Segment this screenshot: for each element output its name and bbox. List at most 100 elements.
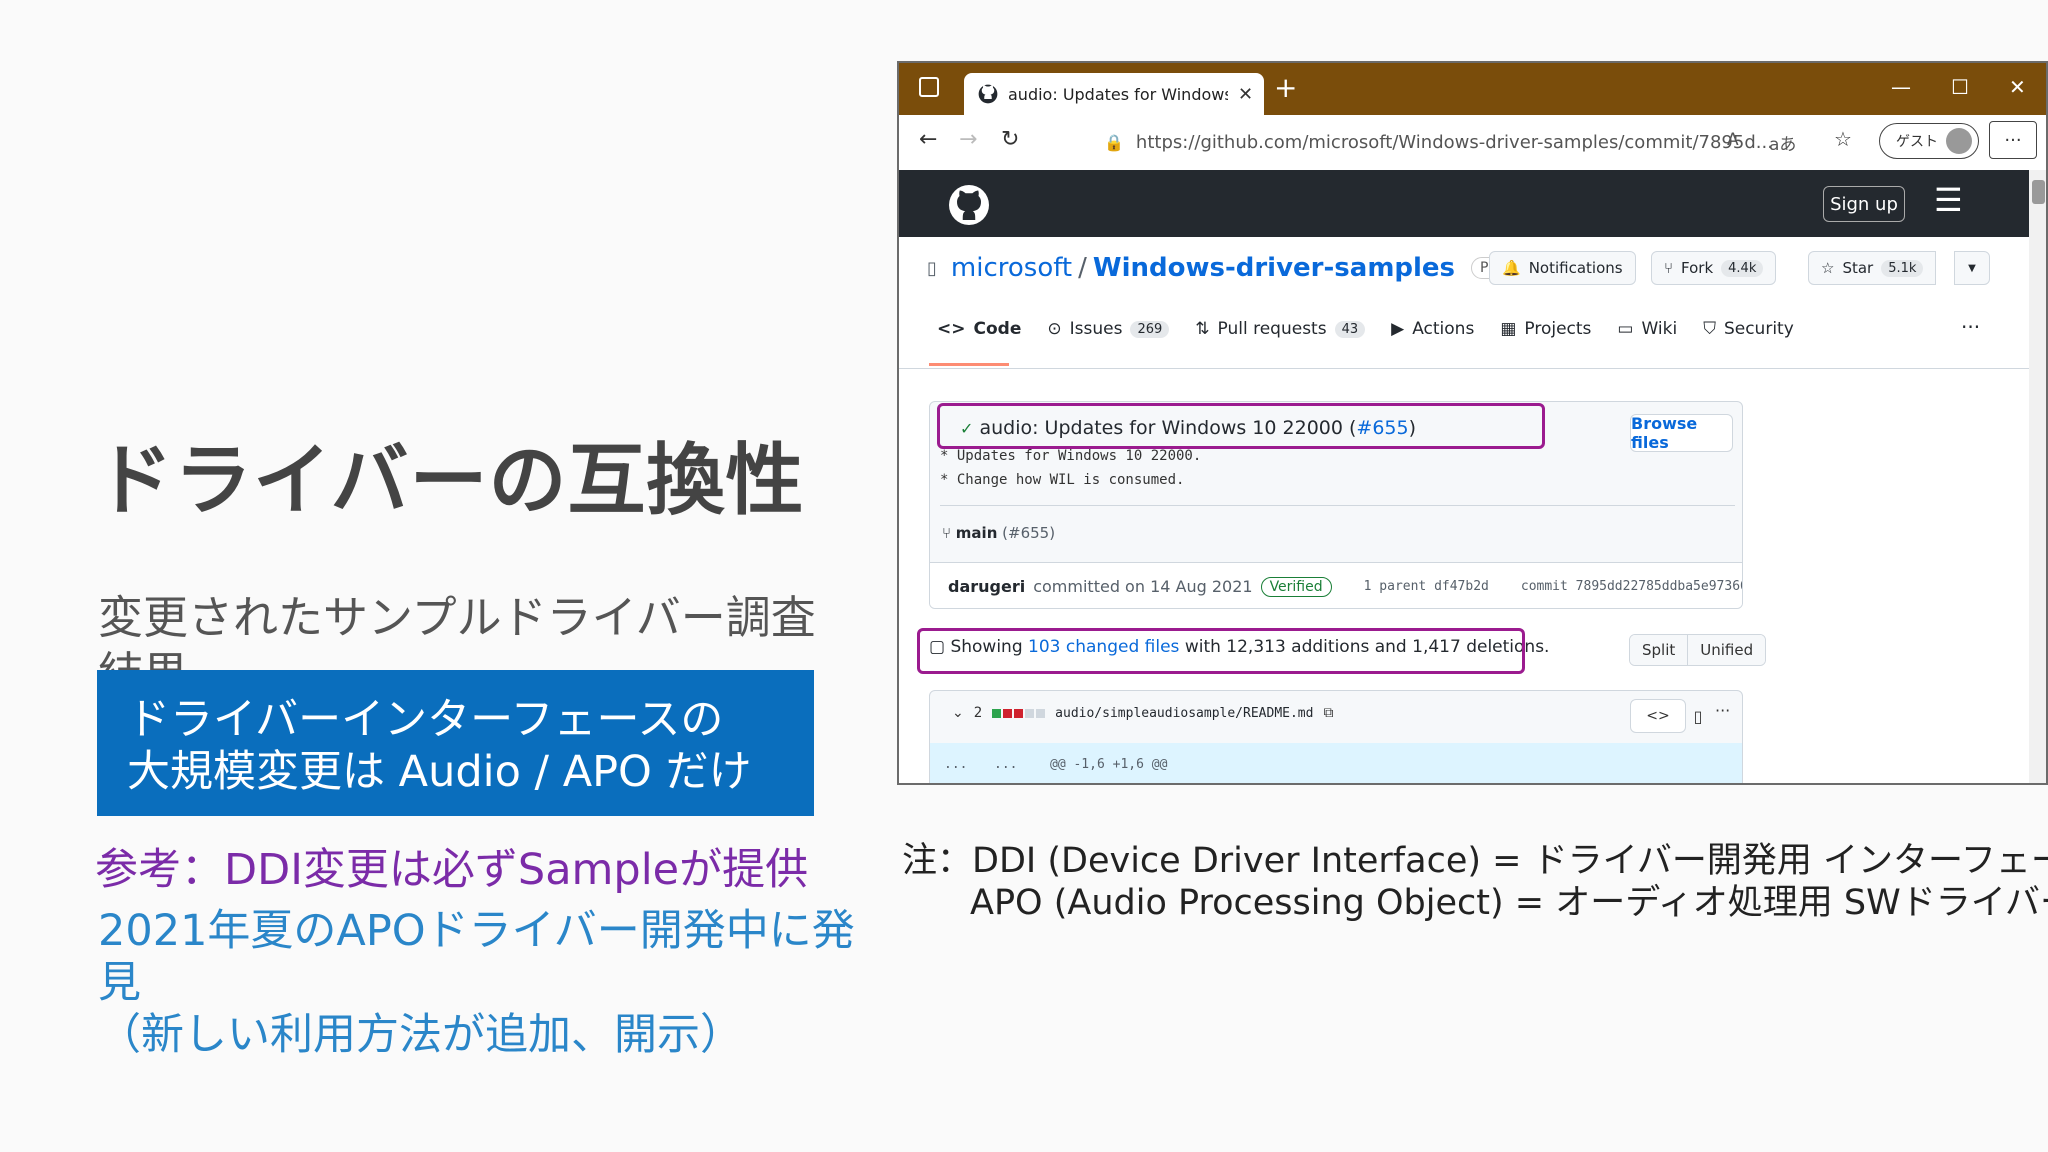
tab-wiki[interactable]: ▭ Wiki (1617, 319, 1677, 339)
footnote-line-2: APO (Audio Processing Object) = オーディオ処理用… (970, 883, 2048, 923)
issues-count: 269 (1130, 320, 1170, 338)
projects-icon: ▦ (1500, 319, 1517, 339)
repo-nav: <> Code ⊙ Issues 269 ⇅ Pull requests 43 ▶ Acti… (937, 319, 1820, 339)
file-header: ⌄ 2 audio/simpleaudiosample/README.md ⧉ (952, 705, 1333, 721)
star-button[interactable]: ☆ Star 5.1k (1808, 251, 1937, 285)
author-link[interactable]: darugeri (948, 577, 1025, 596)
commit-description-line: * Updates for Windows 10 22000. (940, 448, 1202, 464)
verified-badge[interactable]: Verified (1260, 576, 1332, 597)
diffstat-bar (992, 708, 1046, 718)
sign-up-button[interactable]: Sign up (1823, 186, 1905, 222)
tab-projects[interactable]: ▦ Projects (1500, 319, 1591, 339)
hunk-dots-left[interactable]: ... (944, 757, 967, 772)
url-text: https://github.com/microsoft/Windows-dri… (1135, 131, 1773, 153)
repo-owner-link[interactable]: microsoft (951, 253, 1072, 283)
wiki-icon: ▭ (1617, 319, 1634, 339)
tab-pulls-label: Pull requests (1217, 319, 1327, 339)
display-source-icon[interactable]: <> (1630, 699, 1686, 733)
maximize-button[interactable]: ☐ (1951, 75, 1969, 99)
commit-description-line: * Change how WIL is consumed. (940, 472, 1185, 488)
settings-menu-icon[interactable]: ··· (1989, 121, 2037, 159)
close-window-button[interactable]: ✕ (2009, 75, 2026, 99)
avatar-icon (1946, 128, 1972, 154)
repo-name-link[interactable]: Windows-driver-samples (1093, 253, 1455, 283)
file-options-icon[interactable]: ··· (1715, 701, 1730, 720)
tab-issues-label: Issues (1069, 319, 1123, 339)
tab-security-label: Security (1723, 319, 1794, 339)
repo-icon: ▯ (927, 257, 937, 279)
tab-code[interactable]: <> Code (937, 319, 1021, 339)
nav-divider (899, 368, 2046, 369)
fork-count: 4.4k (1721, 259, 1764, 277)
translate-icon[interactable]: aあ (1769, 130, 1796, 155)
profile-label: ゲスト (1896, 134, 1938, 150)
file-diff-card: ⌄ 2 audio/simpleaudiosample/README.md ⧉ … (929, 690, 1743, 783)
star-icon: ☆ (1821, 259, 1835, 277)
display-rich-diff-icon[interactable]: ▯ (1680, 699, 1716, 733)
github-favicon-icon (978, 84, 998, 104)
minimize-button[interactable]: — (1891, 75, 1911, 99)
file-path[interactable]: audio/simpleaudiosample/README.md (1055, 706, 1313, 721)
commit-date: committed on 14 Aug 2021 (1033, 577, 1253, 596)
browser-tabbar: audio: Updates for Windows 10 2 ✕ + — ☐ … (899, 63, 2046, 115)
discovery-line-1: 2021年夏のAPOドライバー開発中に発見 (98, 906, 855, 1008)
copy-icon[interactable]: ⧉ (1323, 705, 1333, 721)
notifications-label: Notifications (1528, 259, 1623, 277)
new-tab-button[interactable]: + (1274, 71, 1297, 104)
notifications-button[interactable]: 🔔 Notifications (1489, 251, 1636, 285)
back-icon[interactable]: ← (919, 127, 937, 152)
tab-code-label: Code (973, 319, 1022, 339)
nav-more-icon[interactable]: ··· (1961, 315, 1980, 339)
tab-actions-icon[interactable] (919, 77, 939, 97)
unified-button[interactable]: Unified (1687, 635, 1766, 665)
footnote-line-1: 注：DDI (Device Driver Interface) = ドライバー開… (902, 841, 2048, 881)
browse-files-button[interactable]: Browse files (1630, 414, 1733, 452)
fork-button[interactable]: ⑂ Fork 4.4k (1651, 251, 1777, 285)
star-dropdown-button[interactable]: ▼ (1954, 251, 1990, 285)
slide-title: ドライバーの互換性 (95, 436, 805, 526)
tab-actions-label: Actions (1412, 319, 1475, 339)
github-logo-icon[interactable] (949, 185, 989, 225)
branch-pr[interactable]: (#655) (1002, 524, 1055, 542)
reference-text: 参考：DDI変更は必ずSampleが提供 (95, 845, 809, 895)
collapse-chevron-icon[interactable]: ⌄ (952, 705, 964, 721)
fork-icon: ⑂ (1664, 259, 1674, 277)
repo-heading: ▯ microsoft / Windows-driver-samples Pub… (927, 253, 1531, 283)
tab-pull-requests[interactable]: ⇅ Pull requests 43 (1195, 319, 1366, 339)
page-scrollbar[interactable] (2029, 170, 2046, 783)
tab-projects-label: Projects (1524, 319, 1592, 339)
pulls-count: 43 (1334, 320, 1366, 338)
commit-divider (940, 505, 1735, 506)
refresh-icon[interactable]: ↻ (1001, 127, 1019, 152)
parent-info: 1 parent df47b2d (1363, 579, 1489, 594)
tab-title: audio: Updates for Windows 10 2 (1008, 84, 1228, 104)
active-tab-underline (929, 363, 1009, 366)
split-button[interactable]: Split (1630, 635, 1688, 665)
hamburger-menu-icon[interactable]: ☰ (1934, 184, 1963, 216)
branch-icon: ⑂ (942, 524, 952, 542)
hunk-dots-right[interactable]: ... (994, 757, 1017, 772)
forward-icon[interactable]: → (959, 127, 977, 152)
fork-label: Fork (1681, 259, 1714, 277)
star-label: Star (1842, 259, 1874, 277)
highlight-line-2: 大規模変更は Audio / APO だけ (127, 747, 752, 797)
scrollbar-thumb[interactable] (2032, 180, 2045, 204)
browser-tab[interactable]: audio: Updates for Windows 10 2 ✕ (964, 73, 1264, 115)
branch-name[interactable]: main (956, 524, 998, 542)
read-aloud-icon[interactable]: A (1727, 130, 1739, 150)
tab-issues[interactable]: ⊙ Issues 269 (1047, 319, 1170, 339)
tab-close-icon[interactable]: ✕ (1238, 84, 1253, 105)
browser-toolbar: ← → ↻ 🔒 https://github.com/microsoft/Win… (899, 115, 2046, 171)
branch-info: ⑂ main (#655) (942, 524, 1055, 542)
tab-actions[interactable]: ▶ Actions (1391, 319, 1474, 339)
tab-security[interactable]: ⛉ Security (1703, 319, 1794, 339)
slide-subtitle: 変更されたサンプルドライバー調査結果 (98, 591, 816, 670)
favorites-icon[interactable]: ☆ (1834, 127, 1852, 151)
diff-view-toggle: Split Unified (1629, 634, 1767, 666)
address-bar[interactable]: 🔒 https://github.com/microsoft/Windows-d… (1084, 123, 1809, 161)
highlight-box: ドライバーインターフェースの 大規模変更は Audio / APO だけ (97, 670, 814, 816)
commit-footer: darugeri committed on 14 Aug 2021 Verifi… (930, 562, 1742, 608)
profile-button[interactable]: ゲスト (1879, 123, 1979, 159)
code-icon: <> (937, 319, 966, 339)
discovery-line-2: （新しい利用方法が追加、開示） (98, 1010, 743, 1060)
